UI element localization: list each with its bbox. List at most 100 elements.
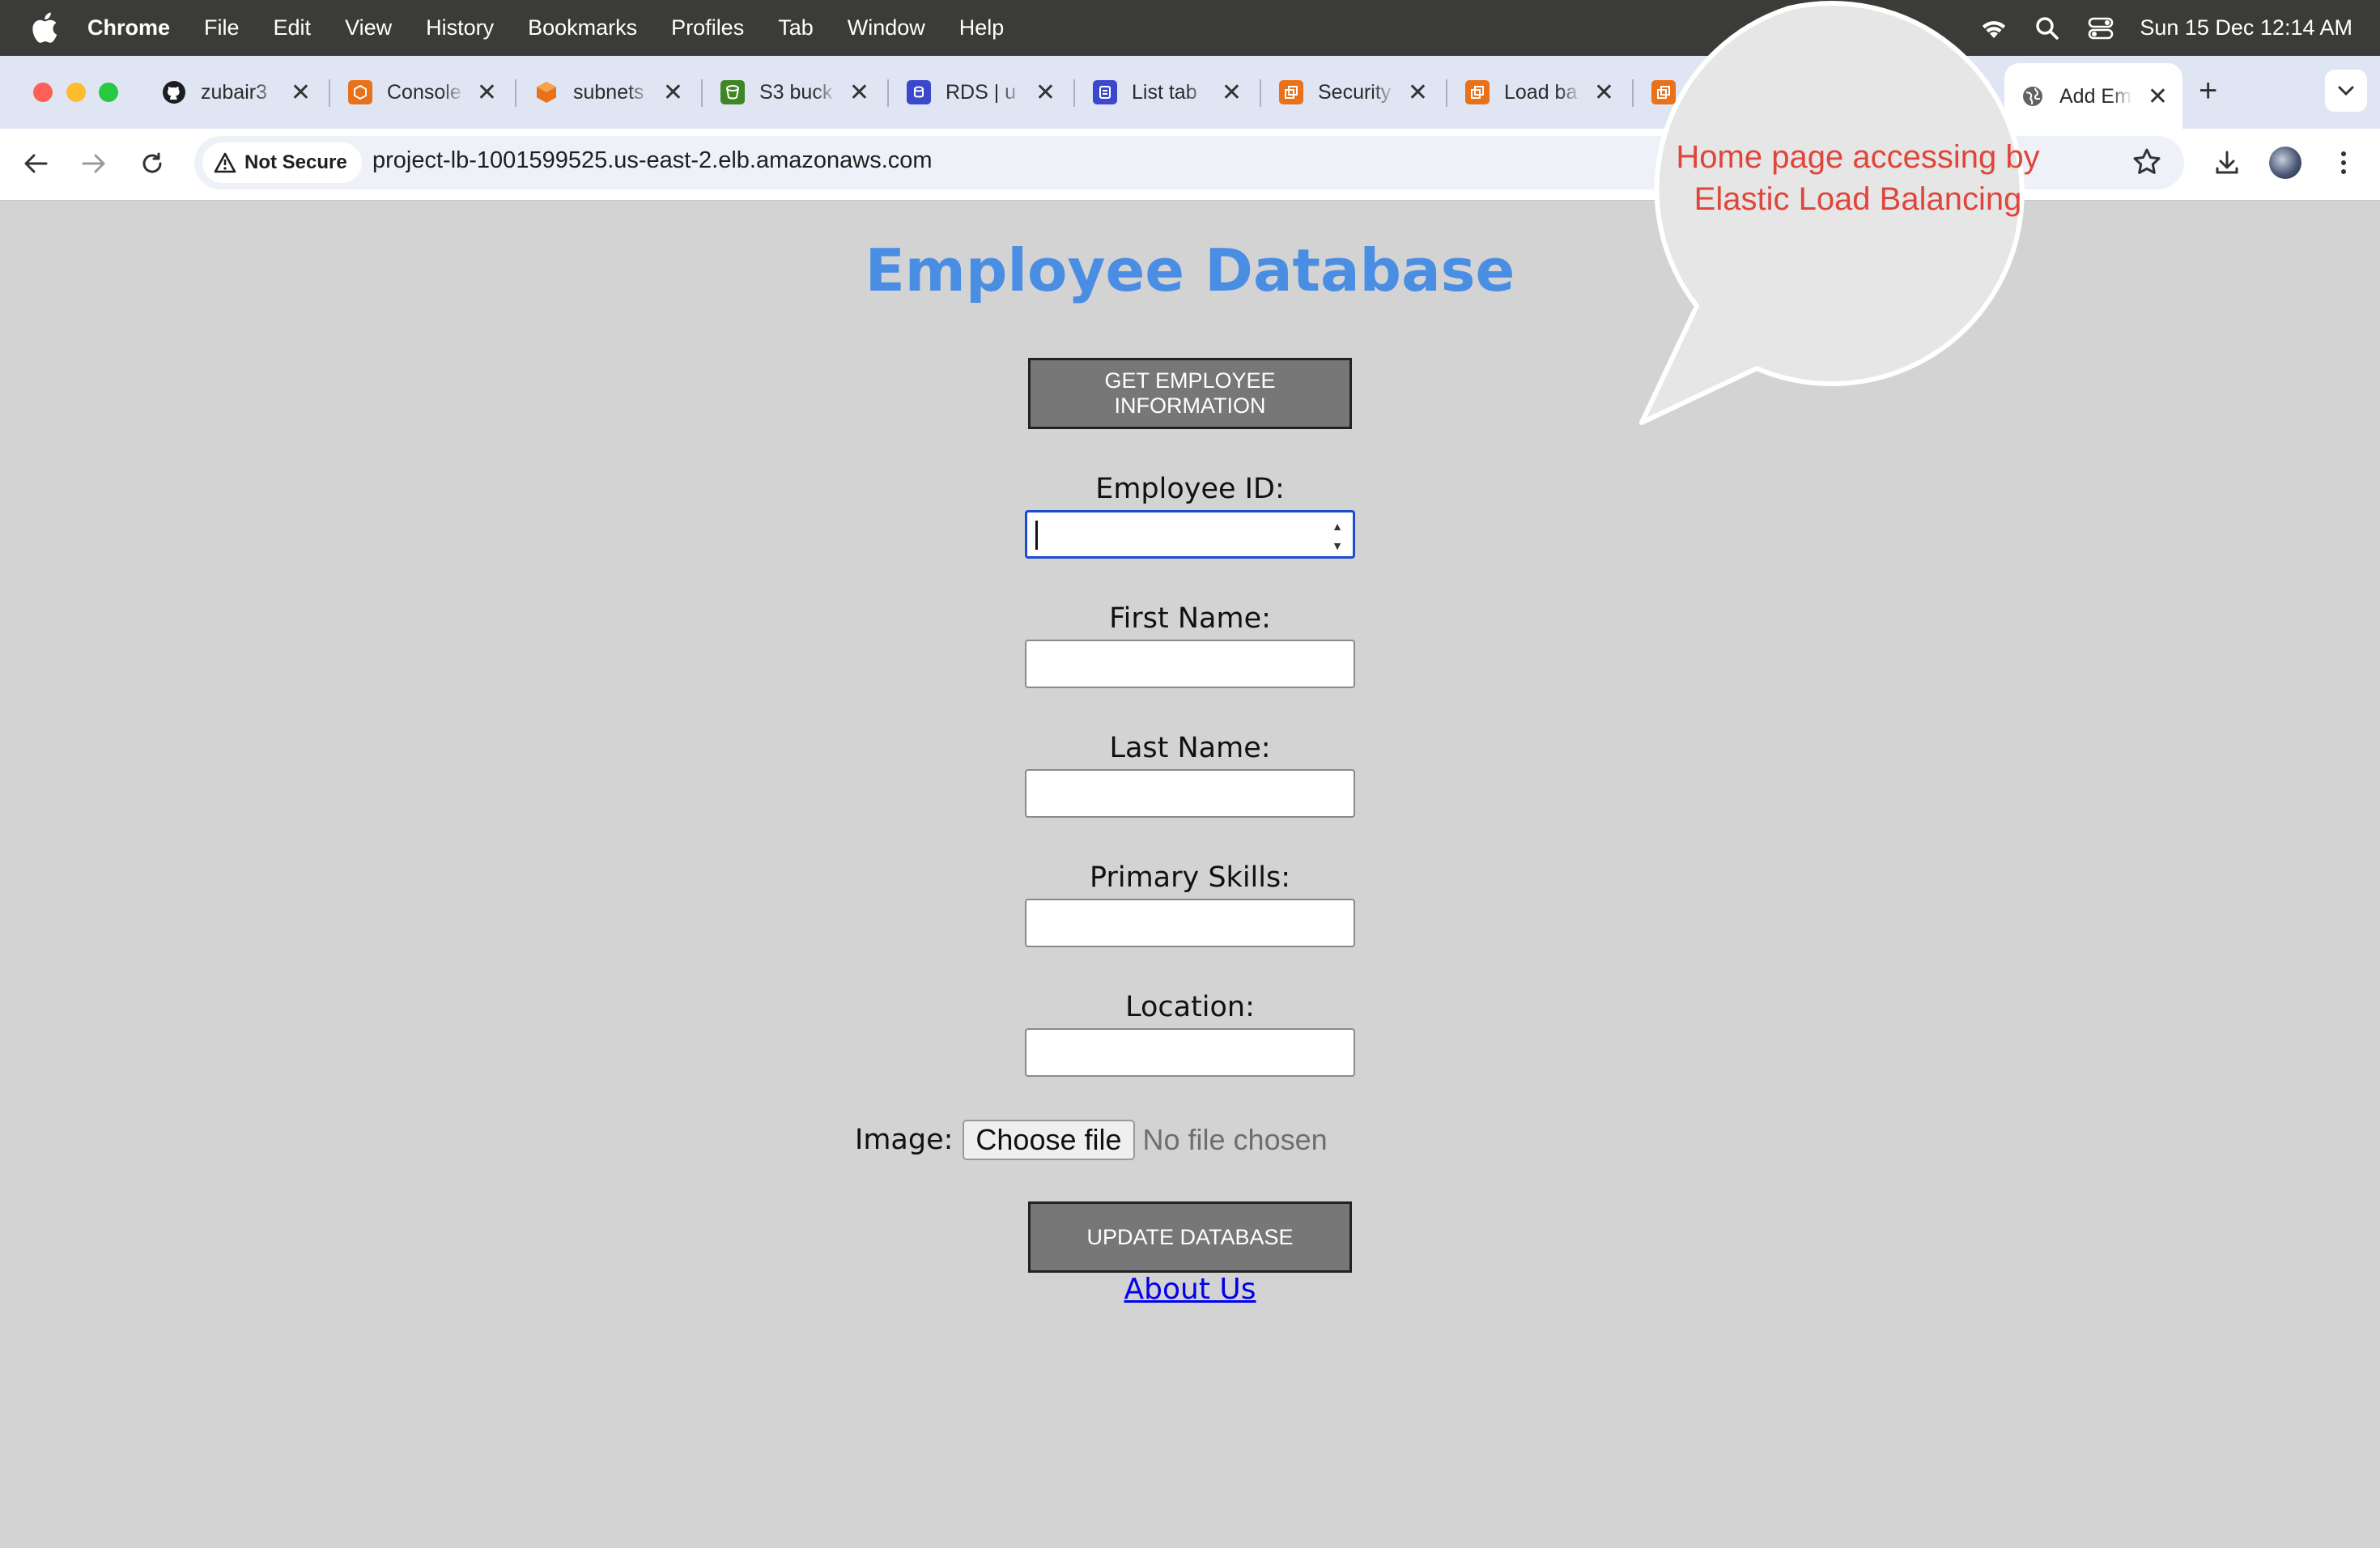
forward-button[interactable]: [76, 146, 112, 181]
menu-bar-clock[interactable]: Sun 15 Dec 12:14 AM: [2140, 15, 2352, 40]
window-close-button[interactable]: [33, 83, 53, 102]
aws-console-icon: [348, 80, 372, 104]
tab-close-icon[interactable]: ✕: [477, 79, 497, 107]
stepper-down-icon[interactable]: ▼: [1332, 538, 1343, 553]
first-name-input[interactable]: [1025, 640, 1355, 688]
tab-separator: [1260, 79, 1261, 107]
menu-bookmarks[interactable]: Bookmarks: [528, 15, 637, 40]
update-database-button[interactable]: UPDATE DATABASE: [1028, 1201, 1352, 1273]
control-center-icon[interactable]: [2086, 14, 2115, 43]
text-caret: [1035, 521, 1038, 550]
chevron-down-icon: [2338, 86, 2354, 96]
tab-separator: [1073, 79, 1075, 107]
menu-items: Chrome File Edit View History Bookmarks …: [87, 0, 1038, 56]
tab-separator: [329, 79, 330, 107]
tab-title: Console: [387, 80, 461, 104]
get-employee-information-button[interactable]: GET EMPLOYEE INFORMATION: [1028, 358, 1352, 429]
back-button[interactable]: [18, 146, 53, 181]
menu-file[interactable]: File: [204, 15, 240, 40]
ec2-icon: [1465, 80, 1490, 104]
browser-tab[interactable]: S3 buck ✕: [704, 63, 884, 121]
choose-file-button[interactable]: Choose file: [963, 1120, 1135, 1160]
reload-icon: [142, 152, 162, 173]
window-zoom-button[interactable]: [99, 83, 118, 102]
image-label: Image:: [855, 1124, 954, 1156]
github-icon: [162, 80, 186, 104]
window-minimize-button[interactable]: [66, 83, 86, 102]
tab-close-icon[interactable]: ✕: [663, 79, 683, 107]
browser-tab[interactable]: Load ba ✕: [1449, 63, 1629, 121]
about-us-link: About Us: [0, 1273, 2380, 1306]
downloads-button[interactable]: [2208, 144, 2246, 181]
chrome-menu-button[interactable]: [2325, 144, 2362, 181]
apple-logo-icon[interactable]: [31, 11, 58, 44]
tab-close-icon[interactable]: ✕: [1035, 79, 1056, 107]
warning-triangle-icon: [214, 152, 236, 173]
tab-close-icon[interactable]: ✕: [2148, 83, 2168, 111]
primary-skills-input[interactable]: [1025, 899, 1355, 947]
browser-tab[interactable]: RDS | u ✕: [890, 63, 1070, 121]
last-name-input[interactable]: [1025, 769, 1355, 818]
tab-separator: [515, 79, 516, 107]
tab-close-icon[interactable]: ✕: [291, 79, 311, 107]
no-file-chosen-text: No file chosen: [1142, 1123, 1328, 1156]
number-stepper[interactable]: ▲ ▼: [1328, 519, 1346, 553]
menu-view[interactable]: View: [345, 15, 392, 40]
security-indicator[interactable]: Not Secure: [202, 142, 362, 183]
tab-search-button[interactable]: [2325, 70, 2367, 112]
browser-tab[interactable]: List tab ✕: [1077, 63, 1256, 121]
tab-close-icon[interactable]: ✕: [1594, 79, 1614, 107]
menu-window[interactable]: Window: [848, 15, 925, 40]
about-us-link-text[interactable]: About Us: [1124, 1273, 1256, 1306]
tab-title: Load ba: [1504, 80, 1578, 104]
bookmark-star-icon[interactable]: [2131, 146, 2163, 182]
menu-tab[interactable]: Tab: [778, 15, 814, 40]
tab-title: RDS | u: [946, 80, 1017, 104]
arrow-left-icon: [24, 154, 48, 173]
menu-history[interactable]: History: [426, 15, 494, 40]
tab-title: List tab: [1132, 80, 1197, 104]
last-name-label: Last Name:: [1109, 732, 1271, 764]
menu-app-name[interactable]: Chrome: [87, 15, 170, 40]
image-upload-row: Image: Choose file No file chosen: [855, 1117, 1328, 1163]
tab-close-icon[interactable]: ✕: [1408, 79, 1428, 107]
download-icon: [2216, 151, 2238, 174]
stepper-up-icon[interactable]: ▲: [1332, 519, 1343, 534]
browser-tab[interactable]: Console ✕: [332, 63, 512, 121]
callout-text: Home page accessing by Elastic Load Bala…: [1676, 139, 2040, 217]
tab-separator: [701, 79, 703, 107]
profile-button[interactable]: [2267, 144, 2304, 181]
rds-icon: [907, 80, 931, 104]
arrow-right-icon: [82, 154, 105, 173]
vpc-icon: [534, 80, 559, 104]
browser-tab[interactable]: Security ✕: [1263, 63, 1443, 121]
tab-title: Security: [1318, 80, 1392, 104]
tab-separator: [1632, 79, 1634, 107]
first-name-label: First Name:: [1109, 602, 1271, 635]
menu-edit[interactable]: Edit: [274, 15, 312, 40]
tab-separator: [1446, 79, 1447, 107]
menu-help[interactable]: Help: [959, 15, 1005, 40]
tab-title: subnets: [573, 80, 644, 104]
tab-close-icon[interactable]: ✕: [849, 79, 869, 107]
location-label: Location:: [1125, 991, 1255, 1023]
s3-icon: [720, 80, 745, 104]
location-input[interactable]: [1025, 1028, 1355, 1077]
url-text[interactable]: project-lb-1001599525.us-east-2.elb.amaz…: [372, 147, 933, 174]
reload-button[interactable]: [134, 146, 170, 181]
browser-tab[interactable]: subnets ✕: [518, 63, 698, 121]
tab-title: zubair3: [201, 80, 267, 104]
dynamodb-icon: [1093, 80, 1117, 104]
menu-profiles[interactable]: Profiles: [671, 15, 744, 40]
tab-separator: [887, 79, 889, 107]
tab-title: S3 buck: [759, 80, 833, 104]
employee-id-label: Employee ID:: [1095, 473, 1285, 505]
ec2-icon: [1279, 80, 1303, 104]
profile-avatar: [2269, 147, 2301, 179]
new-tab-button[interactable]: +: [2199, 74, 2217, 107]
browser-tab[interactable]: zubair3 ✕: [146, 63, 325, 121]
tab-title: Add Em: [2059, 84, 2131, 108]
security-label: Not Secure: [244, 151, 347, 173]
tab-close-icon[interactable]: ✕: [1222, 79, 1242, 107]
employee-id-input[interactable]: ▲ ▼: [1025, 510, 1355, 559]
